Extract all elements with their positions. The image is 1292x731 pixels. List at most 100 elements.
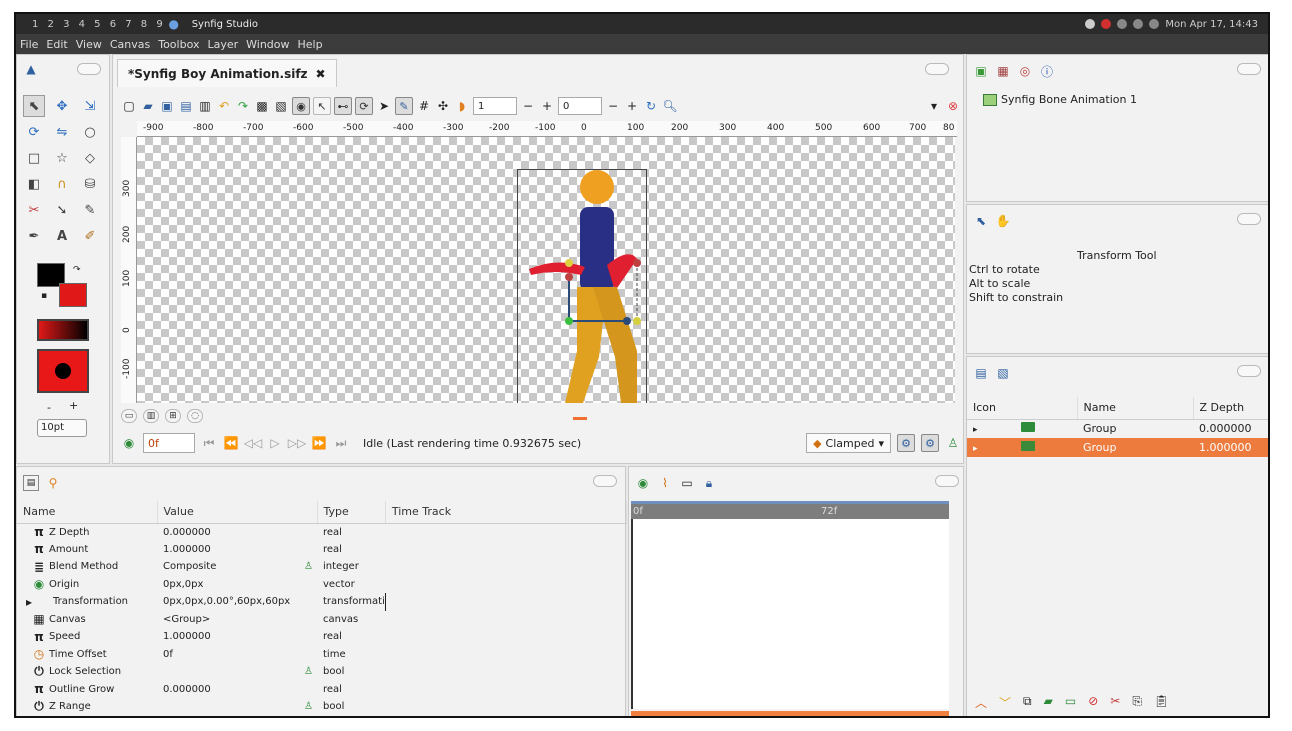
close-tab-icon[interactable]: ✖: [316, 67, 326, 81]
next-keyframe-icon[interactable]: ⏩: [311, 435, 327, 451]
toggle-background-icon[interactable]: ▥: [143, 409, 159, 423]
brush-size-input[interactable]: 10pt: [37, 419, 87, 437]
param-row[interactable]: π Outline Grow 0.000000 real: [17, 681, 627, 699]
encapsulate-layer-icon[interactable]: ▭: [1065, 694, 1076, 711]
transform-tool-icon[interactable]: ⬉: [23, 95, 45, 117]
param-row[interactable]: π Speed 1.000000 real: [17, 628, 627, 646]
param-value[interactable]: <Group>: [157, 611, 317, 629]
decrease-past-button[interactable]: −: [520, 98, 536, 114]
increase-future-button[interactable]: +: [624, 98, 640, 114]
document-tab[interactable]: *Synfig Boy Animation.sifz ✖: [117, 59, 337, 87]
menu-toolbox[interactable]: Toolbox: [158, 38, 199, 51]
raise-layer-icon[interactable]: ︿: [975, 694, 987, 711]
resize-handle[interactable]: [573, 417, 587, 420]
param-value[interactable]: 0px,0px,0.00°,60px,60px: [157, 593, 317, 611]
draw-mode-icon[interactable]: ✎: [395, 97, 413, 115]
param-value[interactable]: Composite ♙: [157, 558, 317, 576]
param-value[interactable]: 1.000000: [157, 541, 317, 559]
info-tab-icon[interactable]: ⓘ: [1039, 63, 1055, 79]
param-value[interactable]: 0px,0px: [157, 576, 317, 594]
save-all-icon[interactable]: ▥: [197, 98, 213, 114]
param-row[interactable]: ◷ Time Offset 0f time: [17, 646, 627, 664]
fill-color-swatch[interactable]: [59, 283, 87, 307]
keyframes-tab-icon[interactable]: ▭: [679, 475, 695, 491]
cut-layer-icon[interactable]: ✂: [1110, 694, 1120, 711]
panel-handle[interactable]: [77, 63, 101, 75]
play-icon[interactable]: ▷: [267, 435, 283, 451]
rotate-tool-icon[interactable]: ⟳: [23, 121, 45, 143]
canvas-workarea[interactable]: [137, 137, 955, 403]
fill-tool-icon[interactable]: ⛁: [79, 173, 101, 195]
size-increase-button[interactable]: +: [69, 399, 78, 412]
reset-colors-icon[interactable]: ▪: [41, 291, 47, 301]
mail-icon[interactable]: [1101, 19, 1112, 29]
param-value[interactable]: 0f: [157, 646, 317, 664]
menu-layer[interactable]: Layer: [207, 38, 238, 51]
animation-mode-icon[interactable]: ◉: [121, 435, 137, 451]
column-header-zdepth[interactable]: Z Depth: [1193, 397, 1268, 420]
snap-grid-icon[interactable]: ✣: [435, 98, 451, 114]
future-frames-input[interactable]: 0: [558, 97, 602, 115]
seek-end-icon[interactable]: ⏭: [333, 435, 349, 451]
expand-arrow-icon[interactable]: ▸: [973, 444, 978, 454]
text-tool-icon[interactable]: A: [51, 225, 73, 247]
star-tool-icon[interactable]: ☆: [51, 147, 73, 169]
brush-tool-icon[interactable]: ✐: [79, 225, 101, 247]
static-figure-icon[interactable]: ♙: [304, 561, 313, 572]
layers-tab-icon[interactable]: ▤: [973, 365, 989, 381]
param-row[interactable]: ◉ Origin 0px,0px vector: [17, 576, 627, 594]
current-frame-input[interactable]: 0f: [143, 433, 195, 453]
param-row[interactable]: π Z Depth 0.000000 real: [17, 523, 627, 541]
cutout-tool-icon[interactable]: ✂: [23, 199, 45, 221]
save-icon[interactable]: ▣: [159, 98, 175, 114]
decrease-future-button[interactable]: −: [605, 98, 621, 114]
expand-arrow-icon[interactable]: ▸: [973, 425, 978, 435]
panel-handle[interactable]: [1237, 213, 1261, 225]
param-value[interactable]: 0.000000: [157, 523, 317, 541]
param-row[interactable]: ≣ Blend Method Composite ♙ integer: [17, 558, 627, 576]
param-row[interactable]: π Amount 1.000000 real: [17, 541, 627, 559]
timetrack-ruler[interactable]: 0f 72f: [631, 501, 949, 519]
params-tab-icon[interactable]: ✋: [995, 213, 1011, 229]
library-tab-icon[interactable]: ▦: [995, 63, 1011, 79]
toggle-onion-icon[interactable]: ◌: [187, 409, 203, 423]
wifi-icon[interactable]: [1085, 19, 1096, 29]
show-handles-icon[interactable]: ↖: [313, 97, 331, 115]
param-row[interactable]: ▦ Canvas <Group> canvas: [17, 611, 627, 629]
past-frames-input[interactable]: 1: [473, 97, 517, 115]
preview-icon[interactable]: ▧: [273, 98, 289, 114]
canvas-tree-item[interactable]: Synfig Bone Animation 1: [983, 93, 1137, 106]
save-as-icon[interactable]: ▤: [178, 98, 194, 114]
volume-icon[interactable]: [1149, 19, 1160, 29]
sets-tab-icon[interactable]: ▧: [995, 365, 1011, 381]
next-frame-icon[interactable]: ▷▷: [288, 435, 306, 451]
layer-row-selected[interactable]: ▸ Group 1.000000: [967, 438, 1268, 457]
column-header-value[interactable]: Value: [157, 501, 318, 524]
menu-help[interactable]: Help: [298, 38, 323, 51]
param-value[interactable]: ♙: [157, 698, 317, 716]
panel-handle[interactable]: [1237, 63, 1261, 75]
interpolation-dropdown[interactable]: ◆ Clamped ▾: [806, 433, 891, 453]
swap-colors-icon[interactable]: ↷: [73, 265, 81, 275]
character-artwork[interactable]: [137, 137, 955, 403]
toolbox-tab-icon[interactable]: ▲: [23, 61, 39, 77]
column-header-timetrack[interactable]: Time Track: [385, 501, 628, 524]
network-icon[interactable]: [1117, 19, 1128, 29]
param-value[interactable]: ♙: [157, 663, 317, 681]
panel-handle[interactable]: [593, 475, 617, 487]
curves-tab-icon[interactable]: ⌇: [657, 475, 673, 491]
dropdown-arrow-icon[interactable]: ▾: [926, 98, 942, 114]
polygon-tool-icon[interactable]: ◇: [79, 147, 101, 169]
smooth-move-tool-icon[interactable]: ✥: [51, 95, 73, 117]
new-file-icon[interactable]: ▢: [121, 98, 137, 114]
undo-icon[interactable]: ↶: [216, 98, 232, 114]
column-header-name[interactable]: Name: [17, 501, 158, 524]
show-bones-icon[interactable]: ⟳: [355, 97, 373, 115]
layer-row[interactable]: ▸ Group 0.000000: [967, 419, 1268, 438]
onion-skin-toggle-icon[interactable]: ◉: [292, 97, 310, 115]
menu-canvas[interactable]: Canvas: [110, 38, 150, 51]
past-keyframes-lock-icon[interactable]: ⚙: [897, 434, 915, 452]
pointer-mode-icon[interactable]: ➤: [376, 98, 392, 114]
onion-skin-icon[interactable]: ◗: [454, 98, 470, 114]
lower-layer-icon[interactable]: ﹀: [999, 694, 1011, 711]
